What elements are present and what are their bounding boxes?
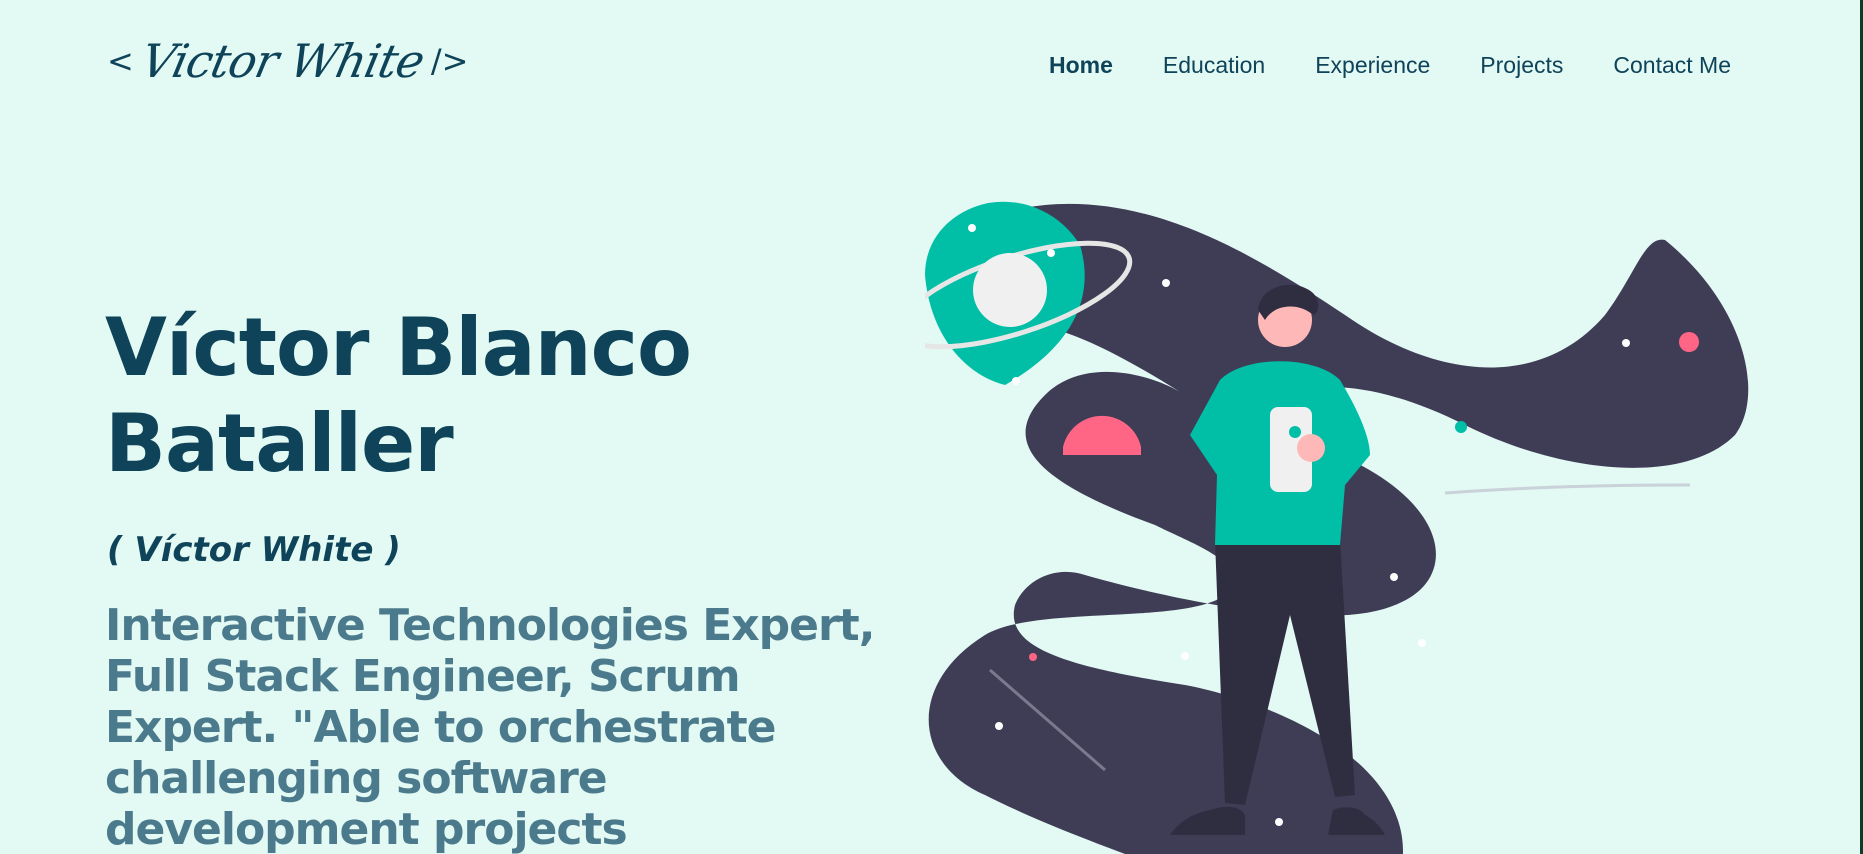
main-nav: Home Education Experience Projects Conta… — [1049, 52, 1731, 79]
logo-close-bracket: /> — [430, 42, 469, 80]
page: < Victor White /> Home Education Experie… — [0, 0, 1863, 854]
logo-name: Victor White — [136, 34, 429, 88]
person-in-space-illustration — [925, 201, 1749, 854]
hero-alias: ( Víctor White ) — [107, 530, 401, 570]
nav-education[interactable]: Education — [1163, 52, 1265, 79]
nav-experience[interactable]: Experience — [1315, 52, 1430, 79]
nav-projects[interactable]: Projects — [1480, 52, 1563, 79]
nav-home[interactable]: Home — [1049, 52, 1113, 79]
logo-open-bracket: < — [107, 42, 134, 80]
hero-description: Interactive Technologies Expert, Full St… — [105, 600, 875, 854]
planet-crater — [973, 253, 1047, 327]
site-logo[interactable]: < Victor White /> — [107, 34, 469, 88]
nav-contact-me[interactable]: Contact Me — [1613, 52, 1731, 79]
hero-name: Víctor Blanco Bataller — [105, 301, 692, 490]
